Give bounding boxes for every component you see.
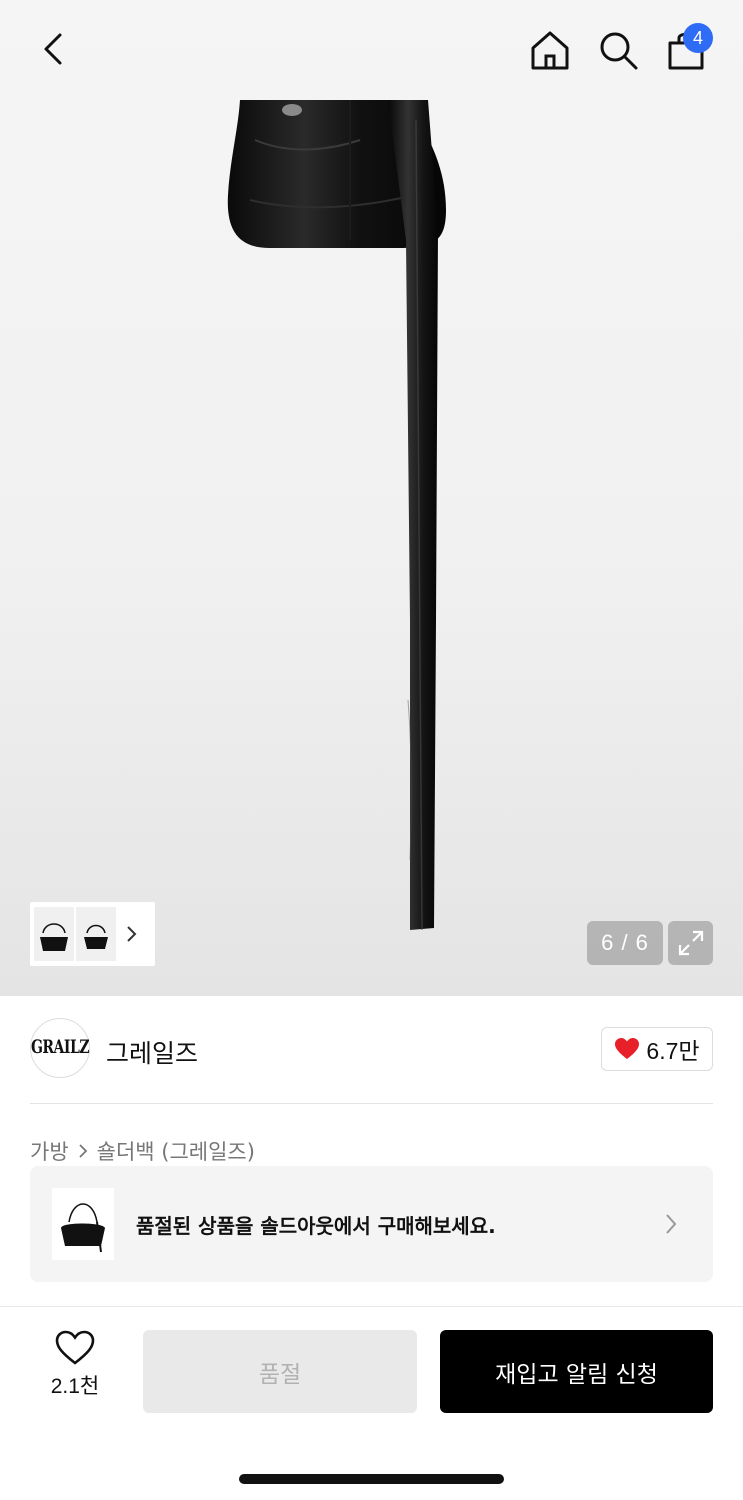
soldout-button: 품절 <box>143 1330 417 1413</box>
search-button[interactable] <box>592 24 644 76</box>
thumbnail-strip[interactable] <box>30 902 155 966</box>
product-image-gallery[interactable]: 4 6 / 6 <box>0 0 743 996</box>
bottom-bar-divider <box>0 1306 743 1307</box>
brand-name[interactable]: 그레일즈 <box>106 1034 198 1070</box>
chevron-right-icon <box>79 1144 87 1158</box>
bag-thumbnail-icon <box>61 1203 105 1253</box>
banner-text: 품절된 상품을 솔드아웃에서 구매해보세요. <box>136 1214 496 1238</box>
brand-logo[interactable]: GRAILZ <box>30 1018 90 1078</box>
heart-filled-icon <box>615 1038 640 1059</box>
top-navigation-bar: 4 <box>0 0 743 100</box>
breadcrumb: 가방 숄더백 (그레일즈) <box>30 1136 255 1166</box>
brand-like-count: 6.7만 <box>646 1038 700 1064</box>
bag-thumbnail-icon <box>40 923 68 951</box>
wishlist-button[interactable]: 2.1천 <box>30 1330 120 1412</box>
thumbnail-1[interactable] <box>34 907 74 961</box>
brand-like-button[interactable]: 6.7만 <box>601 1027 713 1071</box>
bag-thumbnail-icon <box>84 924 108 949</box>
back-button[interactable] <box>28 24 78 74</box>
breadcrumb-subcategory[interactable]: 숄더백 (그레일즈) <box>97 1136 255 1166</box>
chevron-right-icon <box>666 1214 677 1234</box>
expand-icon <box>678 930 703 956</box>
soldout-market-banner[interactable]: 품절된 상품을 솔드아웃에서 구매해보세요. <box>30 1166 713 1282</box>
restock-alert-button[interactable]: 재입고 알림 신청 <box>440 1330 713 1413</box>
cart-count-badge: 4 <box>683 23 713 53</box>
brand-row: GRAILZ 그레일즈 6.7만 <box>30 1018 713 1080</box>
heart-outline-icon <box>55 1330 95 1365</box>
home-indicator <box>239 1474 504 1484</box>
banner-product-image <box>52 1188 114 1260</box>
home-button[interactable] <box>524 24 576 76</box>
home-icon <box>531 31 569 70</box>
chevron-left-icon <box>44 33 62 65</box>
product-image <box>227 100 446 931</box>
wishlist-count: 2.1천 <box>50 1375 100 1398</box>
thumbnail-2[interactable] <box>76 907 116 961</box>
image-pager: 6 / 6 <box>587 921 663 965</box>
expand-button[interactable] <box>668 921 713 965</box>
breadcrumb-category[interactable]: 가방 <box>30 1136 69 1166</box>
divider <box>30 1103 713 1104</box>
chevron-right-icon[interactable] <box>124 924 138 944</box>
search-icon <box>600 32 638 70</box>
